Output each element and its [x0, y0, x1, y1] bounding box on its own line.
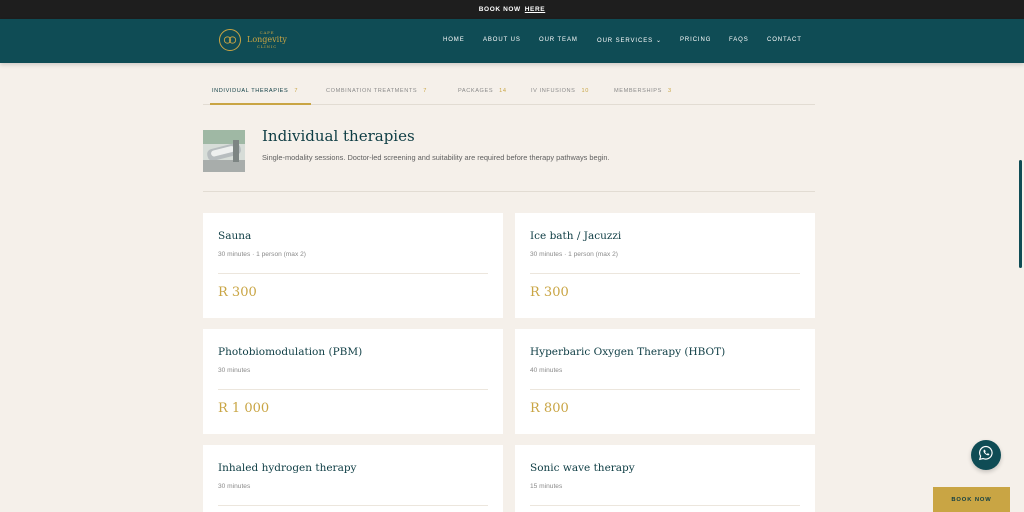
- tab-count: 10: [581, 88, 589, 94]
- card-divider: [530, 273, 800, 274]
- nav-our-team[interactable]: OUR TEAM: [539, 37, 578, 43]
- section-title: Individual therapies: [262, 127, 415, 145]
- tab-count: 14: [499, 88, 507, 94]
- announcement-text: BOOK NOW: [478, 6, 521, 13]
- category-tabs: INDIVIDUAL THERAPIES 7 COMBINATION TREATM…: [203, 84, 815, 105]
- section-intro: Individual therapies Single-modality ses…: [203, 126, 815, 192]
- therapy-card-sonic-wave[interactable]: Sonic wave therapy 15 minutes: [515, 445, 815, 512]
- tab-memberships[interactable]: MEMBERSHIPS 3: [614, 88, 672, 94]
- tab-label: INDIVIDUAL THERAPIES: [212, 88, 289, 94]
- card-price: R 800: [530, 401, 569, 416]
- card-divider: [218, 505, 488, 506]
- card-title: Sauna: [218, 230, 252, 242]
- tab-label: PACKAGES: [458, 88, 494, 94]
- nav-contact[interactable]: CONTACT: [767, 37, 802, 43]
- logo-emblem-icon: [219, 29, 241, 51]
- tab-combination-treatments[interactable]: COMBINATION TREATMENTS 7: [326, 88, 427, 94]
- card-title: Photobiomodulation (PBM): [218, 346, 363, 358]
- card-meta: 30 minutes · 1 person (max 2): [218, 251, 306, 258]
- nav-our-services[interactable]: OUR SERVICES ⌄: [597, 37, 662, 44]
- therapy-card-hbot[interactable]: Hyperbaric Oxygen Therapy (HBOT) 40 minu…: [515, 329, 815, 434]
- card-title: Ice bath / Jacuzzi: [530, 230, 622, 242]
- therapy-card-sauna[interactable]: Sauna 30 minutes · 1 person (max 2) R 30…: [203, 213, 503, 318]
- tab-iv-infusions[interactable]: IV INFUSIONS 10: [531, 88, 589, 94]
- floating-book-now-button[interactable]: BOOK NOW: [933, 487, 1010, 512]
- section-description: Single-modality sessions. Doctor-led scr…: [262, 153, 610, 162]
- therapy-equipment-image: [203, 130, 245, 172]
- card-meta: 30 minutes: [218, 483, 251, 490]
- card-price: R 300: [530, 285, 569, 300]
- card-divider: [530, 389, 800, 390]
- clinic-logo[interactable]: CAPE Longevity CLINIC: [219, 29, 287, 51]
- card-meta: 30 minutes: [218, 367, 251, 374]
- page-scrollbar-thumb[interactable]: [1019, 160, 1022, 268]
- card-title: Sonic wave therapy: [530, 462, 635, 474]
- active-tab-indicator: [210, 103, 311, 105]
- logo-wordmark: CAPE Longevity CLINIC: [247, 31, 287, 49]
- chevron-down-icon: ⌄: [656, 38, 662, 44]
- tab-count: 7: [423, 88, 427, 94]
- whatsapp-icon: [978, 445, 994, 466]
- card-meta: 40 minutes: [530, 367, 563, 374]
- logo-line-3: CLINIC: [256, 44, 278, 49]
- nav-pricing[interactable]: PRICING: [680, 37, 711, 43]
- book-now-here-link[interactable]: HERE: [525, 6, 545, 13]
- tab-packages[interactable]: PACKAGES 14: [458, 88, 507, 94]
- announcement-bar: BOOK NOW HERE: [0, 0, 1024, 19]
- tab-label: IV INFUSIONS: [531, 88, 576, 94]
- whatsapp-button[interactable]: [971, 440, 1001, 470]
- nav-our-services-label: OUR SERVICES: [597, 38, 654, 44]
- card-price: R 300: [218, 285, 257, 300]
- tab-count: 7: [294, 88, 299, 94]
- card-meta: 15 minutes: [530, 483, 563, 490]
- tab-label: COMBINATION TREATMENTS: [326, 88, 418, 94]
- tab-label: MEMBERSHIPS: [614, 88, 662, 94]
- card-title: Hyperbaric Oxygen Therapy (HBOT): [530, 346, 726, 358]
- tab-individual-therapies[interactable]: INDIVIDUAL THERAPIES 7: [212, 88, 298, 94]
- card-divider: [530, 505, 800, 506]
- therapy-card-hydrogen[interactable]: Inhaled hydrogen therapy 30 minutes: [203, 445, 503, 512]
- card-meta: 30 minutes · 1 person (max 2): [530, 251, 618, 258]
- therapy-card-ice-bath[interactable]: Ice bath / Jacuzzi 30 minutes · 1 person…: [515, 213, 815, 318]
- nav-faqs[interactable]: FAQS: [729, 37, 749, 43]
- card-divider: [218, 389, 488, 390]
- nav-home[interactable]: HOME: [443, 37, 465, 43]
- site-header: CAPE Longevity CLINIC HOME ABOUT US OUR …: [0, 19, 1024, 63]
- nav-about-us[interactable]: ABOUT US: [483, 37, 521, 43]
- card-title: Inhaled hydrogen therapy: [218, 462, 357, 474]
- card-price: R 1 000: [218, 401, 270, 416]
- logo-line-2: Longevity: [247, 35, 287, 44]
- tab-count: 3: [667, 88, 672, 94]
- therapy-card-pbm[interactable]: Photobiomodulation (PBM) 30 minutes R 1 …: [203, 329, 503, 434]
- card-divider: [218, 273, 488, 274]
